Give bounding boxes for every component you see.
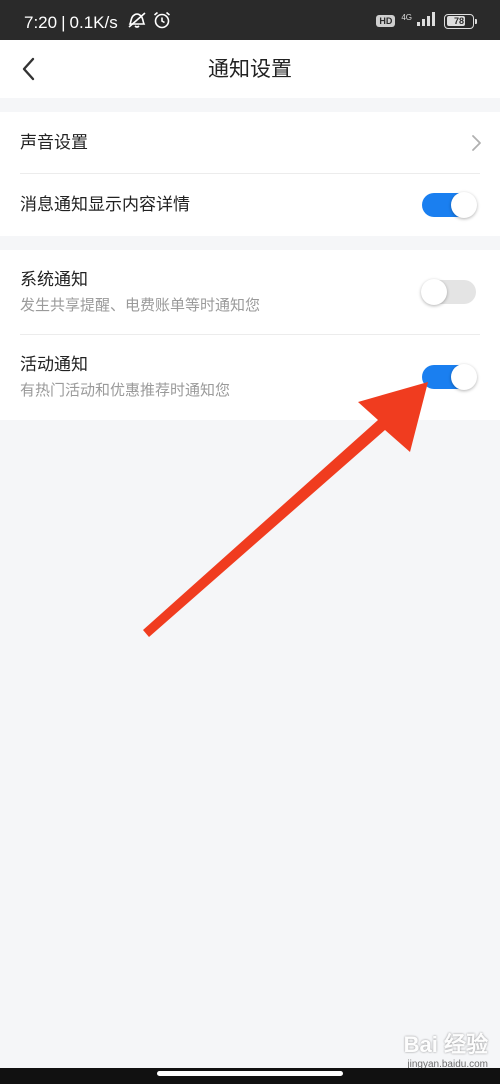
activity-notification-desc: 有热门活动和优惠推荐时通知您 [20,381,231,399]
mute-icon [126,10,148,35]
home-indicator[interactable] [157,1071,343,1076]
message-detail-toggle[interactable] [422,192,477,218]
network-type: 4G [401,12,412,22]
battery-level: 78 [453,16,464,26]
home-bar [0,1068,500,1084]
alarm-icon [152,10,172,35]
settings-group-general: 声音设置 消息通知显示内容详情 [0,112,500,236]
signal-icon [416,11,438,31]
watermark-logo: Bai 经验 jingyan.baidu.com [404,1027,488,1070]
status-separator: | [61,12,66,32]
toggle-knob [451,364,477,390]
system-notification-row: 系统通知 发生共享提醒、电费账单等时通知您 [0,250,500,335]
activity-notification-row: 活动通知 有热门活动和优惠推荐时通知您 [0,335,500,420]
watermark-logo-text: Bai 经验 [403,1032,488,1057]
nav-bar: 通知设置 [0,40,500,98]
toggle-knob [421,279,447,305]
message-detail-label: 消息通知显示内容详情 [20,195,190,215]
activity-notification-label: 活动通知 [20,355,88,375]
system-notification-toggle[interactable] [421,279,476,305]
status-bar: 7:20 | 0.1K/s HD 4G 78 [0,0,500,40]
toggle-knob [451,192,477,218]
system-notification-label: 系统通知 [20,270,88,290]
chevron-right-icon [470,134,482,156]
status-net-speed: 0.1K/s [69,12,118,32]
settings-group-notifications: 系统通知 发生共享提醒、电费账单等时通知您 活动通知 有热门活动和优惠推荐时通知… [0,250,500,420]
status-right: HD 4G 78 [376,11,477,31]
battery-icon: 78 [444,13,477,29]
hd-badge: HD [376,15,396,27]
page-title: 通知设置 [208,57,292,81]
system-notification-desc: 发生共享提醒、电费账单等时通知您 [20,296,261,314]
sound-settings-label: 声音设置 [20,133,88,153]
message-detail-row: 消息通知显示内容详情 [0,174,500,236]
activity-notification-toggle[interactable] [422,364,477,390]
sound-settings-row[interactable]: 声音设置 [0,112,500,174]
status-left: 7:20 | 0.1K/s [24,10,172,35]
status-time: 7:20 [24,12,58,32]
